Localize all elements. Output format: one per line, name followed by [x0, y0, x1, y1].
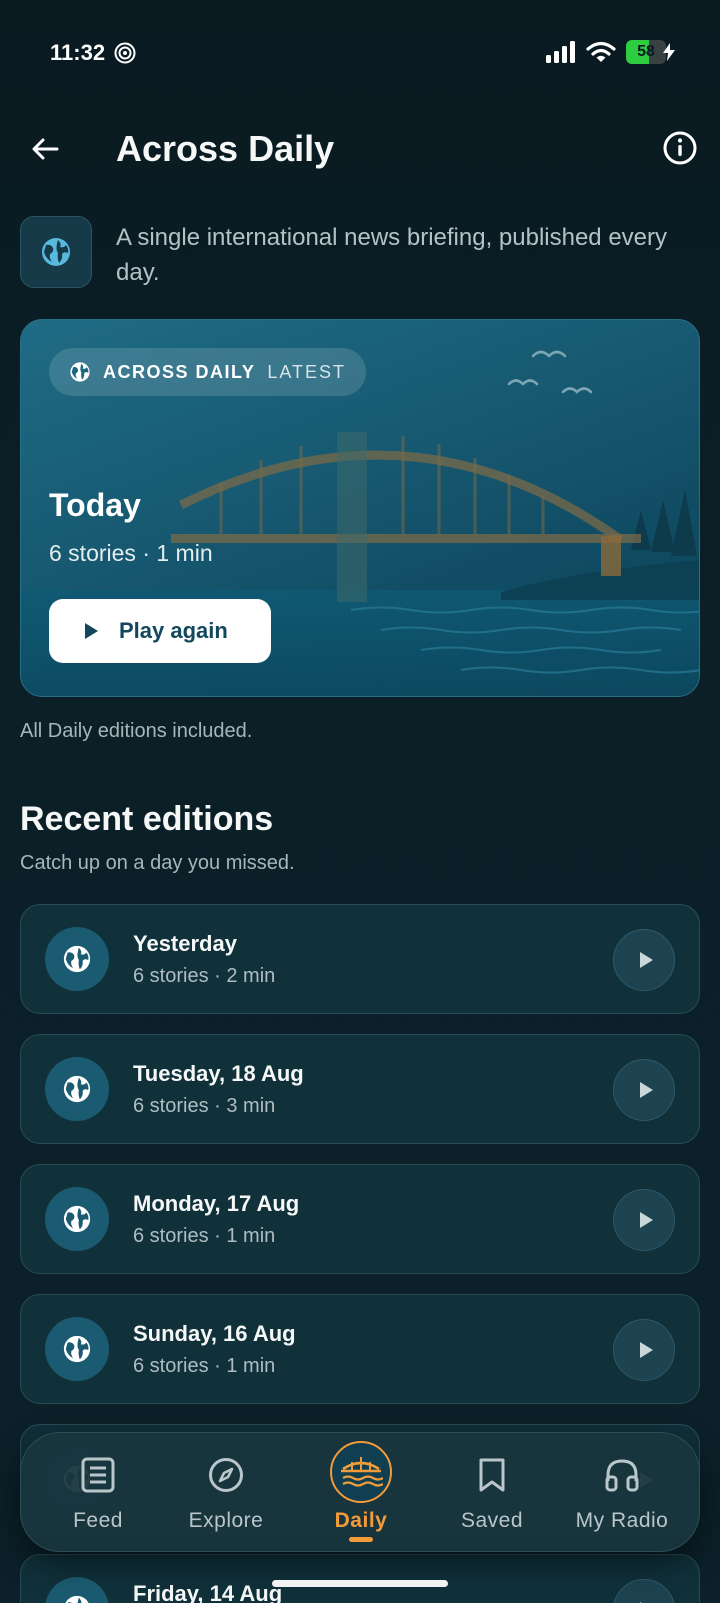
tab-my-radio[interactable]: My Radio: [557, 1433, 687, 1553]
status-time: 11:32: [50, 40, 106, 65]
charging-bolt-icon: [663, 43, 675, 61]
edition-row-meta: 6 stories · 1 min: [133, 1225, 276, 1247]
feed-icon: [78, 1455, 118, 1495]
tab-label: Feed: [73, 1509, 123, 1532]
section-title: Recent editions: [20, 800, 274, 838]
intro-description: A single international news briefing, pu…: [116, 224, 668, 286]
edition-brand: ACROSS DAILY: [103, 361, 256, 382]
tab-daily[interactable]: Daily: [296, 1433, 426, 1553]
globe-icon: [45, 1187, 109, 1251]
edition-row[interactable]: Monday, 17 Aug 6 stories · 1 min: [20, 1164, 700, 1274]
edition-meta: 6 stories · 1 min: [49, 540, 213, 566]
status-bar: 11:32 58: [0, 0, 720, 100]
status-indicators: 58: [546, 40, 675, 64]
included-note: All Daily editions included.: [20, 720, 253, 742]
page-title: Across Daily: [116, 128, 335, 169]
arrow-left-icon: [32, 138, 59, 160]
edition-row-title: Friday, 14 Aug: [133, 1581, 283, 1603]
app-header: Across Daily: [0, 118, 720, 180]
cast-icon: [114, 42, 136, 64]
globe-icon: [45, 927, 109, 991]
edition-row-title: Tuesday, 18 Aug: [133, 1061, 304, 1086]
tab-label: Explore: [188, 1509, 264, 1532]
headphones-icon: [602, 1455, 642, 1495]
intro-section: A single international news briefing, pu…: [20, 216, 700, 290]
play-icon: [638, 1081, 654, 1099]
tab-label: Saved: [460, 1509, 524, 1532]
tab-saved[interactable]: Saved: [427, 1433, 557, 1553]
edition-row-meta: 6 stories · 1 min: [133, 1355, 276, 1377]
battery-icon: 58: [626, 40, 675, 64]
section-subtitle: Catch up on a day you missed.: [20, 852, 295, 874]
bottom-tab-bar: Feed Explore Daily Saved My Radio: [20, 1432, 700, 1552]
back-button[interactable]: [26, 130, 64, 168]
play-button[interactable]: [613, 1579, 675, 1603]
edition-row[interactable]: Friday, 14 Aug: [20, 1554, 700, 1603]
info-icon: [663, 131, 697, 165]
signal-icon: [546, 41, 575, 63]
edition-row[interactable]: Tuesday, 18 Aug 6 stories · 3 min: [20, 1034, 700, 1144]
globe-icon: [20, 216, 92, 288]
play-button[interactable]: [613, 929, 675, 991]
edition-row-title: Monday, 17 Aug: [133, 1191, 300, 1216]
globe-icon: [45, 1057, 109, 1121]
play-again-label: Play again: [119, 618, 228, 643]
wifi-icon: [586, 41, 616, 62]
latest-edition-card[interactable]: ACROSS DAILY LATEST Today 6 stories · 1 …: [20, 319, 700, 697]
compass-icon: [206, 1455, 246, 1495]
play-icon: [638, 951, 654, 969]
bookmark-icon: [472, 1455, 512, 1495]
globe-icon: [45, 1317, 109, 1381]
play-button[interactable]: [613, 1189, 675, 1251]
edition-tag: LATEST: [267, 361, 347, 382]
edition-pill: ACROSS DAILY LATEST: [49, 348, 367, 396]
active-tab-indicator: [349, 1537, 373, 1542]
tab-label: My Radio: [575, 1509, 669, 1532]
play-icon: [638, 1341, 654, 1359]
play-icon: [85, 623, 98, 639]
edition-row-title: Sunday, 16 Aug: [133, 1321, 296, 1346]
globe-icon: [45, 1577, 109, 1603]
edition-title: Today: [49, 487, 141, 523]
globe-icon: [70, 362, 90, 382]
home-indicator[interactable]: [272, 1580, 448, 1587]
edition-row[interactable]: Yesterday 6 stories · 2 min: [20, 904, 700, 1014]
play-again-button[interactable]: Play again: [49, 599, 271, 663]
battery-level: 58: [637, 43, 655, 60]
tab-label: Daily: [334, 1509, 388, 1532]
play-icon: [638, 1211, 654, 1229]
edition-row[interactable]: Sunday, 16 Aug 6 stories · 1 min: [20, 1294, 700, 1404]
tab-explore[interactable]: Explore: [161, 1433, 291, 1553]
tab-feed[interactable]: Feed: [33, 1433, 163, 1553]
daily-bridge-icon: [330, 1441, 392, 1503]
play-button[interactable]: [613, 1319, 675, 1381]
info-button[interactable]: [660, 128, 700, 168]
edition-row-meta: 6 stories · 3 min: [133, 1095, 276, 1117]
play-button[interactable]: [613, 1059, 675, 1121]
edition-row-title: Yesterday: [133, 931, 237, 956]
edition-row-meta: 6 stories · 2 min: [133, 965, 276, 987]
